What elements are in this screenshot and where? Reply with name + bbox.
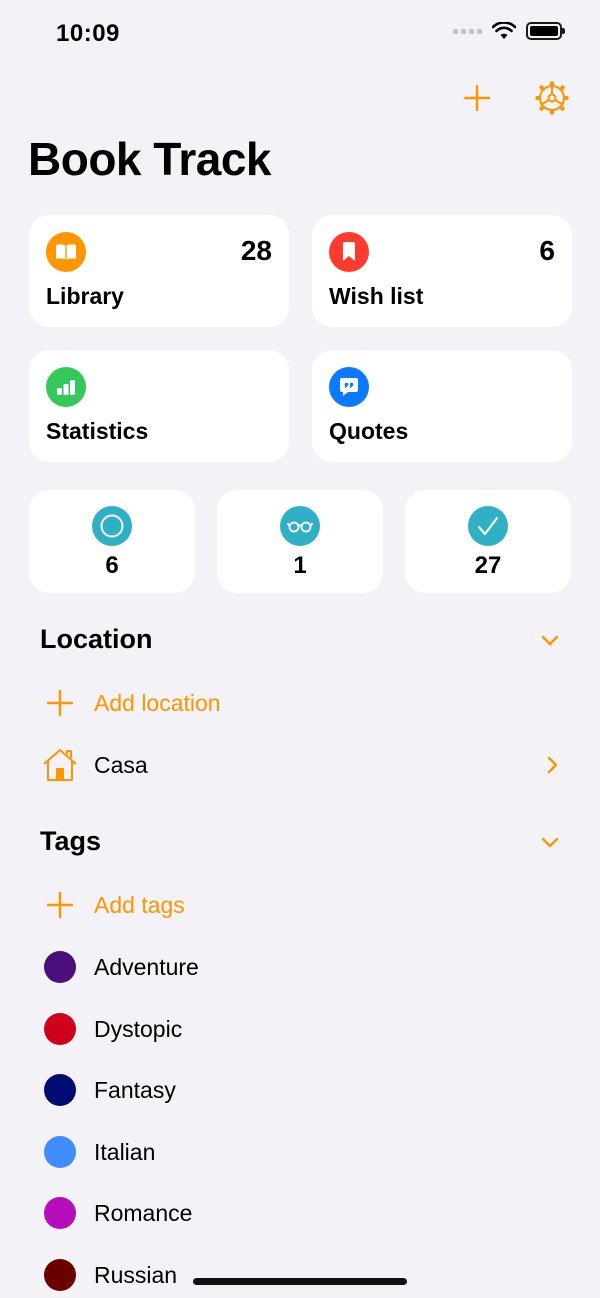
tag-color-dot: [44, 1197, 76, 1229]
wishlist-icon-circle: [329, 232, 369, 272]
wishlist-label: Wish list: [329, 283, 424, 309]
tag-color-dot: [44, 1259, 76, 1291]
screen: 10:09 Book Track 28 Library 6 Wish list …: [0, 0, 600, 1298]
add-location-icon-slot: [40, 683, 80, 723]
library-icon-circle: [46, 232, 86, 272]
page-title: Book Track: [28, 133, 272, 185]
status-bar: 10:09: [0, 0, 600, 70]
unread-card[interactable]: 6: [29, 490, 195, 593]
circle-icon: [100, 514, 124, 538]
add-tags-button[interactable]: Add tags: [40, 885, 580, 925]
tag-item-dystopic[interactable]: Dystopic: [40, 1009, 580, 1049]
book-icon: [56, 244, 76, 260]
glasses-icon: [286, 521, 314, 533]
add-book-button[interactable]: [457, 78, 497, 118]
quote-icon: [340, 378, 358, 396]
tag-color-slot: [40, 1193, 80, 1233]
tag-label: Adventure: [94, 953, 199, 980]
library-count: 28: [240, 235, 272, 266]
reading-count: 1: [293, 552, 307, 579]
location-item-icon-slot: [40, 745, 80, 785]
unread-icon-circle: [92, 506, 132, 546]
wishlist-count: 6: [539, 235, 555, 266]
tag-color-slot: [40, 1132, 80, 1172]
location-section-title: Location: [40, 624, 153, 654]
tag-item-adventure[interactable]: Adventure: [40, 947, 580, 987]
unread-count: 6: [105, 552, 119, 579]
tag-label: Dystopic: [94, 1015, 183, 1042]
home-indicator[interactable]: [193, 1278, 407, 1285]
library-label: Library: [46, 283, 124, 309]
tags-section-title: Tags: [40, 826, 102, 856]
quotes-label: Quotes: [329, 418, 409, 444]
tag-label: Romance: [94, 1199, 193, 1226]
tag-item-romance[interactable]: Romance: [40, 1193, 580, 1233]
tag-color-slot: [40, 1255, 80, 1295]
tag-color-slot: [40, 947, 80, 987]
read-count: 27: [474, 552, 502, 579]
house-icon: [43, 749, 77, 781]
reading-card[interactable]: 1: [217, 490, 383, 593]
bookmark-icon: [343, 242, 355, 261]
signal-icon: [453, 28, 482, 34]
read-card[interactable]: 27: [405, 490, 571, 593]
library-card[interactable]: 28 Library: [29, 215, 289, 327]
gear-icon: [535, 81, 569, 115]
settings-button[interactable]: [532, 78, 572, 118]
location-item-label: Casa: [94, 751, 148, 778]
tag-color-dot: [44, 1136, 76, 1168]
quotes-card[interactable]: Quotes: [312, 350, 572, 462]
plus-icon: [46, 891, 74, 919]
tag-label: Fantasy: [94, 1076, 176, 1103]
tags-collapse-chevron-icon[interactable]: [538, 830, 562, 854]
tag-item-italian[interactable]: Italian: [40, 1132, 580, 1172]
checkmark-icon: [477, 516, 499, 536]
chart-icon: [57, 380, 75, 395]
battery-icon: [526, 22, 565, 40]
reading-icon-circle: [280, 506, 320, 546]
chevron-right-icon: [547, 756, 558, 774]
tag-color-dot: [44, 1074, 76, 1106]
tag-color-slot: [40, 1009, 80, 1049]
wishlist-card[interactable]: 6 Wish list: [312, 215, 572, 327]
tag-color-dot: [44, 951, 76, 983]
quotes-icon-circle: [329, 367, 369, 407]
location-item[interactable]: Casa: [40, 745, 580, 785]
tag-color-slot: [40, 1070, 80, 1110]
tag-item-fantasy[interactable]: Fantasy: [40, 1070, 580, 1110]
plus-icon: [463, 84, 491, 112]
add-tags-label: Add tags: [94, 891, 185, 918]
tag-item-russian[interactable]: Russian: [40, 1255, 580, 1295]
tag-label: Italian: [94, 1138, 156, 1165]
wifi-icon: [492, 22, 516, 39]
tag-label: Russian: [94, 1261, 178, 1288]
statistics-card[interactable]: Statistics: [29, 350, 289, 462]
status-time: 10:09: [56, 20, 120, 47]
add-location-button[interactable]: Add location: [40, 683, 580, 723]
status-icons: [453, 22, 565, 40]
add-tags-icon-slot: [40, 885, 80, 925]
plus-icon: [46, 689, 74, 717]
location-collapse-chevron-icon[interactable]: [538, 628, 562, 652]
tag-color-dot: [44, 1013, 76, 1045]
statistics-label: Statistics: [46, 418, 149, 444]
read-icon-circle: [468, 506, 508, 546]
statistics-icon-circle: [46, 367, 86, 407]
add-location-label: Add location: [94, 689, 221, 716]
